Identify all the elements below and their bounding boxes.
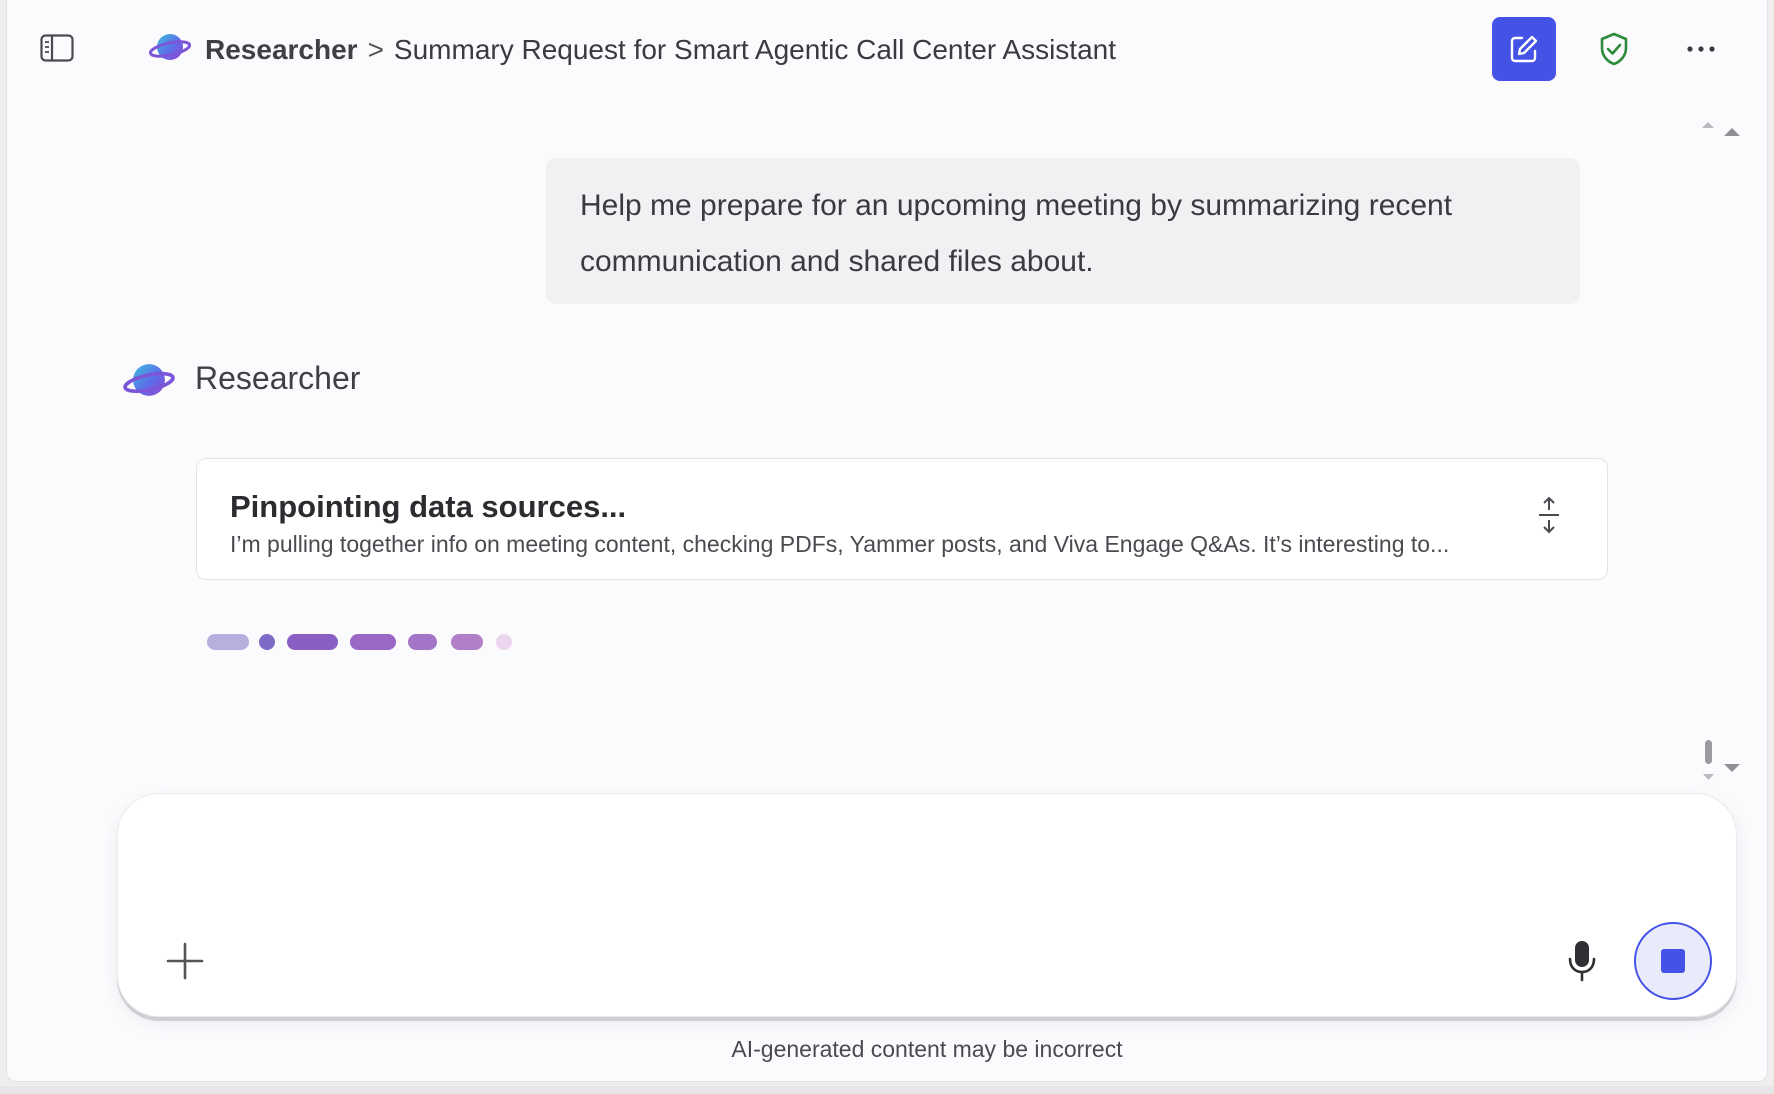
loading-pill (287, 634, 338, 650)
loading-pill (451, 634, 483, 650)
chat-composer (117, 793, 1737, 1017)
new-chat-button[interactable] (1492, 17, 1556, 81)
shield-check-icon[interactable] (1591, 26, 1637, 72)
loading-pill (207, 634, 249, 650)
microphone-button[interactable] (1555, 934, 1609, 988)
stop-icon (1661, 949, 1685, 973)
sidebar-panel-icon[interactable] (37, 30, 77, 66)
breadcrumb: Researcher > Summary Request for Smart A… (148, 28, 1116, 72)
chat-title: Summary Request for Smart Agentic Call C… (393, 34, 1116, 65)
status-title: Pinpointing data sources... (230, 489, 627, 524)
researcher-logo-icon (148, 29, 192, 72)
plus-icon (166, 942, 204, 980)
loading-pill (350, 634, 396, 650)
message-input[interactable] (158, 824, 1658, 904)
loading-pill (408, 634, 437, 650)
loading-pill (496, 634, 512, 650)
more-options-button[interactable] (1677, 26, 1725, 72)
more-dots-icon (1687, 46, 1715, 52)
breadcrumb-separator: > (367, 34, 384, 65)
loading-pill (259, 634, 275, 650)
app-window: Researcher > Summary Request for Smart A… (6, 0, 1768, 1082)
microphone-icon (1568, 941, 1596, 982)
scroll-up-icon[interactable] (1699, 116, 1743, 143)
stop-generating-button[interactable] (1634, 922, 1712, 1000)
researcher-logo-icon (123, 358, 175, 407)
compose-icon (1510, 35, 1538, 63)
expand-icon[interactable] (1527, 493, 1571, 537)
ai-disclaimer: AI-generated content may be incorrect (731, 1036, 1123, 1062)
status-description: I’m pulling together info on meeting con… (230, 531, 1450, 557)
add-button[interactable] (158, 934, 212, 988)
scroll-down-icon[interactable] (1699, 740, 1743, 791)
bottom-border (0, 1086, 1774, 1094)
assistant-name: Researcher (195, 360, 361, 396)
breadcrumb-agent-link[interactable]: Researcher (205, 34, 358, 66)
reasoning-status-card: Pinpointing data sources... I’m pulling … (196, 458, 1608, 580)
user-message: Help me prepare for an upcoming meeting … (546, 158, 1580, 304)
